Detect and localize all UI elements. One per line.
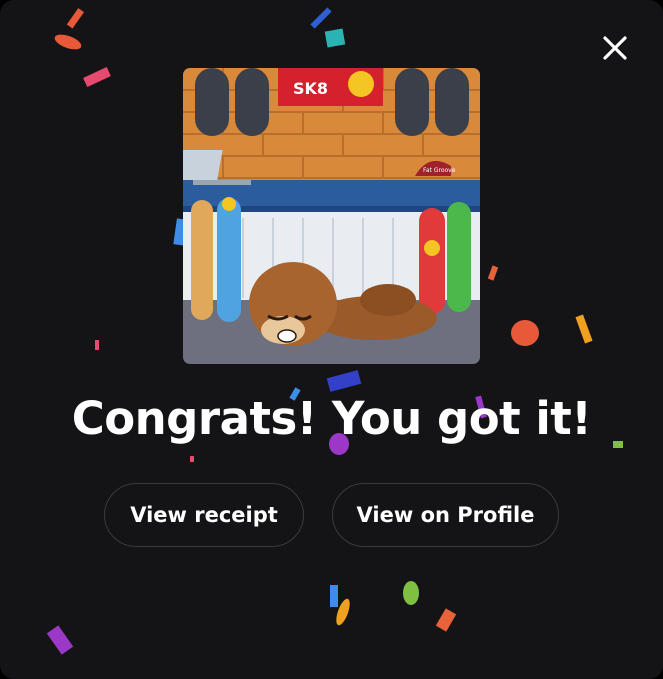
purchase-success-modal: SK8 Fat Groove Congrats! You got it! Vie… bbox=[0, 0, 663, 679]
collectible-artwork: SK8 Fat Groove bbox=[183, 68, 480, 364]
cap-text: Fat Groove bbox=[423, 167, 456, 174]
close-button[interactable] bbox=[598, 31, 632, 65]
close-icon bbox=[603, 36, 627, 60]
success-headline: Congrats! You got it! bbox=[71, 392, 592, 445]
view-on-profile-button[interactable]: View on Profile bbox=[332, 483, 559, 547]
sign-text: SK8 bbox=[293, 79, 328, 98]
view-receipt-button[interactable]: View receipt bbox=[104, 483, 304, 547]
